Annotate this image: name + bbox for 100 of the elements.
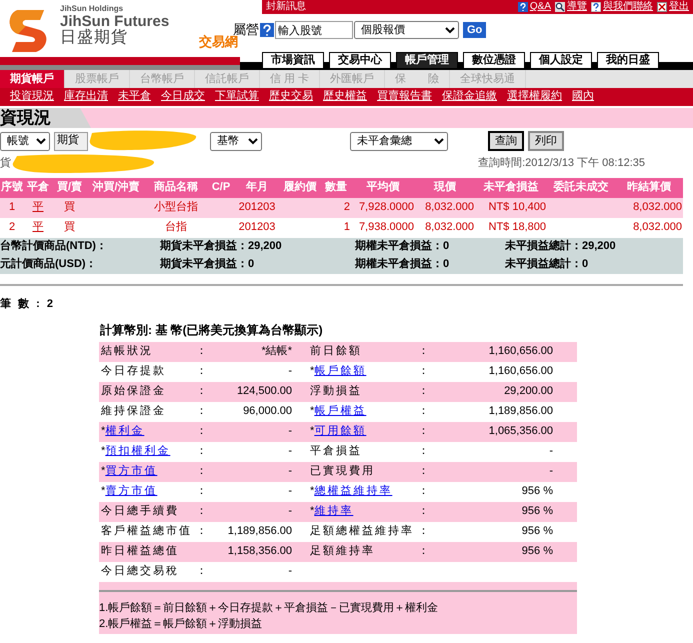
main-tab[interactable]: 交易中心 xyxy=(329,52,391,69)
brand-name-chinese: 日盛期貨 xyxy=(60,28,129,46)
table-cell: 201203 xyxy=(235,198,279,218)
column-header: 商品名稱 xyxy=(145,178,207,198)
field-value: 124,500.00 xyxy=(236,384,292,397)
summary-text: 期貨未平倉損益：29,200 xyxy=(160,238,355,256)
brand-group-name: JihSun Holdings xyxy=(60,4,124,14)
column-header: 數量 xyxy=(321,178,351,198)
colon-mark: ： xyxy=(196,344,207,357)
main-tab[interactable]: 數位憑證 xyxy=(463,52,525,69)
colon-mark: ： xyxy=(196,524,207,537)
nav-link[interactable]: 投資現況 xyxy=(10,90,54,104)
colon-mark: ： xyxy=(418,424,429,437)
field-value: 956 % xyxy=(522,504,553,517)
field-value: - xyxy=(288,424,292,437)
nav-link[interactable]: 選擇權履約 xyxy=(507,90,562,104)
table-cell: 201203 xyxy=(235,218,279,238)
query-button[interactable]: 查詢 xyxy=(488,131,524,151)
field-value: 956 % xyxy=(522,544,553,557)
summary-text: 期權未平倉損益：0 xyxy=(355,256,505,274)
summary-text: 期貨未平倉損益：0 xyxy=(160,256,355,274)
nav-link[interactable]: 歷史權益 xyxy=(323,90,367,104)
nav-link[interactable]: 庫存出清 xyxy=(64,90,108,104)
account-type-select[interactable]: 期貨 xyxy=(54,132,88,150)
field-label: 今日存提款 xyxy=(101,364,166,377)
currency-select[interactable]: 基幣 xyxy=(210,132,262,150)
main-tab[interactable]: 個人設定 xyxy=(530,52,592,69)
asterisk-mark: * xyxy=(101,464,106,477)
field-label: 浮動損益 xyxy=(310,384,362,397)
field-link[interactable]: 維持率 xyxy=(314,504,354,517)
asterisk-mark: * xyxy=(310,404,314,417)
column-header: 昨結算價 xyxy=(615,178,683,198)
field-value: 956 % xyxy=(522,524,553,537)
field-value: 1,065,356.00 xyxy=(488,424,553,437)
nav-link[interactable]: 買賣報告書 xyxy=(377,90,432,104)
table-cell: 2 xyxy=(0,218,24,238)
field-label: 足額維持率 xyxy=(310,544,375,557)
field-link[interactable]: 預扣權利金 xyxy=(105,444,170,457)
account-tab[interactable]: 期貨帳戶 xyxy=(0,70,65,88)
field-link[interactable]: 總權益維持率 xyxy=(314,484,392,497)
field-label: 今日總手續費 xyxy=(101,504,179,517)
field-label: 客戶權益總市值 xyxy=(101,524,192,537)
quote-type-select[interactable]: 個股報價 xyxy=(354,21,459,39)
colon-mark: ： xyxy=(418,384,429,397)
site-label: 交易網 xyxy=(199,34,238,50)
nav-link[interactable]: 下單試算 xyxy=(215,90,259,104)
close-position-link[interactable]: 平 xyxy=(32,221,44,234)
asterisk-mark: * xyxy=(310,364,314,377)
nav-link[interactable]: 保證金追繳 xyxy=(442,90,497,104)
field-link[interactable]: 可用餘額 xyxy=(314,424,366,437)
colon-mark: ： xyxy=(196,504,207,517)
colon-mark: ： xyxy=(196,424,207,437)
colon-mark: ： xyxy=(196,564,207,577)
colon-mark: ： xyxy=(418,504,429,517)
field-link[interactable]: 買方市值 xyxy=(105,464,158,477)
nav-link[interactable]: 歷史交易 xyxy=(269,90,313,104)
field-link[interactable]: 權利金 xyxy=(105,424,144,437)
colon-mark: ： xyxy=(196,484,207,497)
search-icon xyxy=(555,2,565,12)
top-link[interactable]: 與我們聯絡 xyxy=(603,1,653,13)
top-link[interactable]: 導覽 xyxy=(567,1,587,13)
field-value: 1,189,856.00 xyxy=(488,404,553,417)
field-label: 原始保證金 xyxy=(101,384,166,397)
go-button[interactable]: Go xyxy=(463,22,486,38)
table-cell: 1 xyxy=(0,198,24,218)
main-tab[interactable]: 帳戶管理 xyxy=(396,52,458,69)
column-header: 年月 xyxy=(235,178,279,198)
colon-mark: ： xyxy=(418,404,429,417)
top-link[interactable]: 登出 xyxy=(669,1,689,13)
column-header: 平均價 xyxy=(351,178,415,198)
asterisk-mark: * xyxy=(101,424,106,437)
page-title: 資現況 xyxy=(0,108,91,128)
table-cell: 7,928.0000 xyxy=(351,198,415,218)
field-link[interactable]: 帳戶餘額 xyxy=(314,364,366,377)
field-value: 29,200.00 xyxy=(504,384,553,397)
main-tab[interactable]: 我的日盛 xyxy=(597,52,659,69)
main-tab[interactable]: 市場資訊 xyxy=(262,52,324,69)
view-select[interactable]: 未平倉彙總 xyxy=(350,132,448,150)
field-link[interactable]: 賣方市值 xyxy=(105,484,158,497)
stock-code-field[interactable]: 輸入股號 xyxy=(275,21,353,39)
print-button[interactable]: 列印 xyxy=(528,131,564,151)
nav-link[interactable]: 國內 xyxy=(572,90,594,104)
currency-title: 計算幣別: 基 幣(已將美元換算為台幣顯示) xyxy=(100,323,324,338)
colon-mark: ： xyxy=(196,384,207,397)
table-cell: 買 xyxy=(52,218,87,238)
account-select[interactable]: 帳號 xyxy=(0,132,50,150)
colon-mark: ： xyxy=(418,464,429,477)
column-header: 履約價 xyxy=(279,178,321,198)
nav-link[interactable]: 未平倉 xyxy=(118,90,151,104)
nav-link[interactable]: 今日成交 xyxy=(161,90,205,104)
field-label: 昨日權益總值 xyxy=(101,544,179,557)
field-link[interactable]: 帳戶權益 xyxy=(314,404,366,417)
summary-text: 未平損益總計：29,200 xyxy=(505,238,683,256)
asterisk-mark: * xyxy=(310,504,314,517)
table-cell: 1 xyxy=(321,218,351,238)
colon-mark: ： xyxy=(418,544,429,557)
total-count: 筆 數 : 2 xyxy=(0,298,56,312)
field-label: 結帳狀況 xyxy=(101,344,153,357)
top-link[interactable]: Q&A xyxy=(530,1,551,13)
colon-mark: ： xyxy=(196,464,207,477)
